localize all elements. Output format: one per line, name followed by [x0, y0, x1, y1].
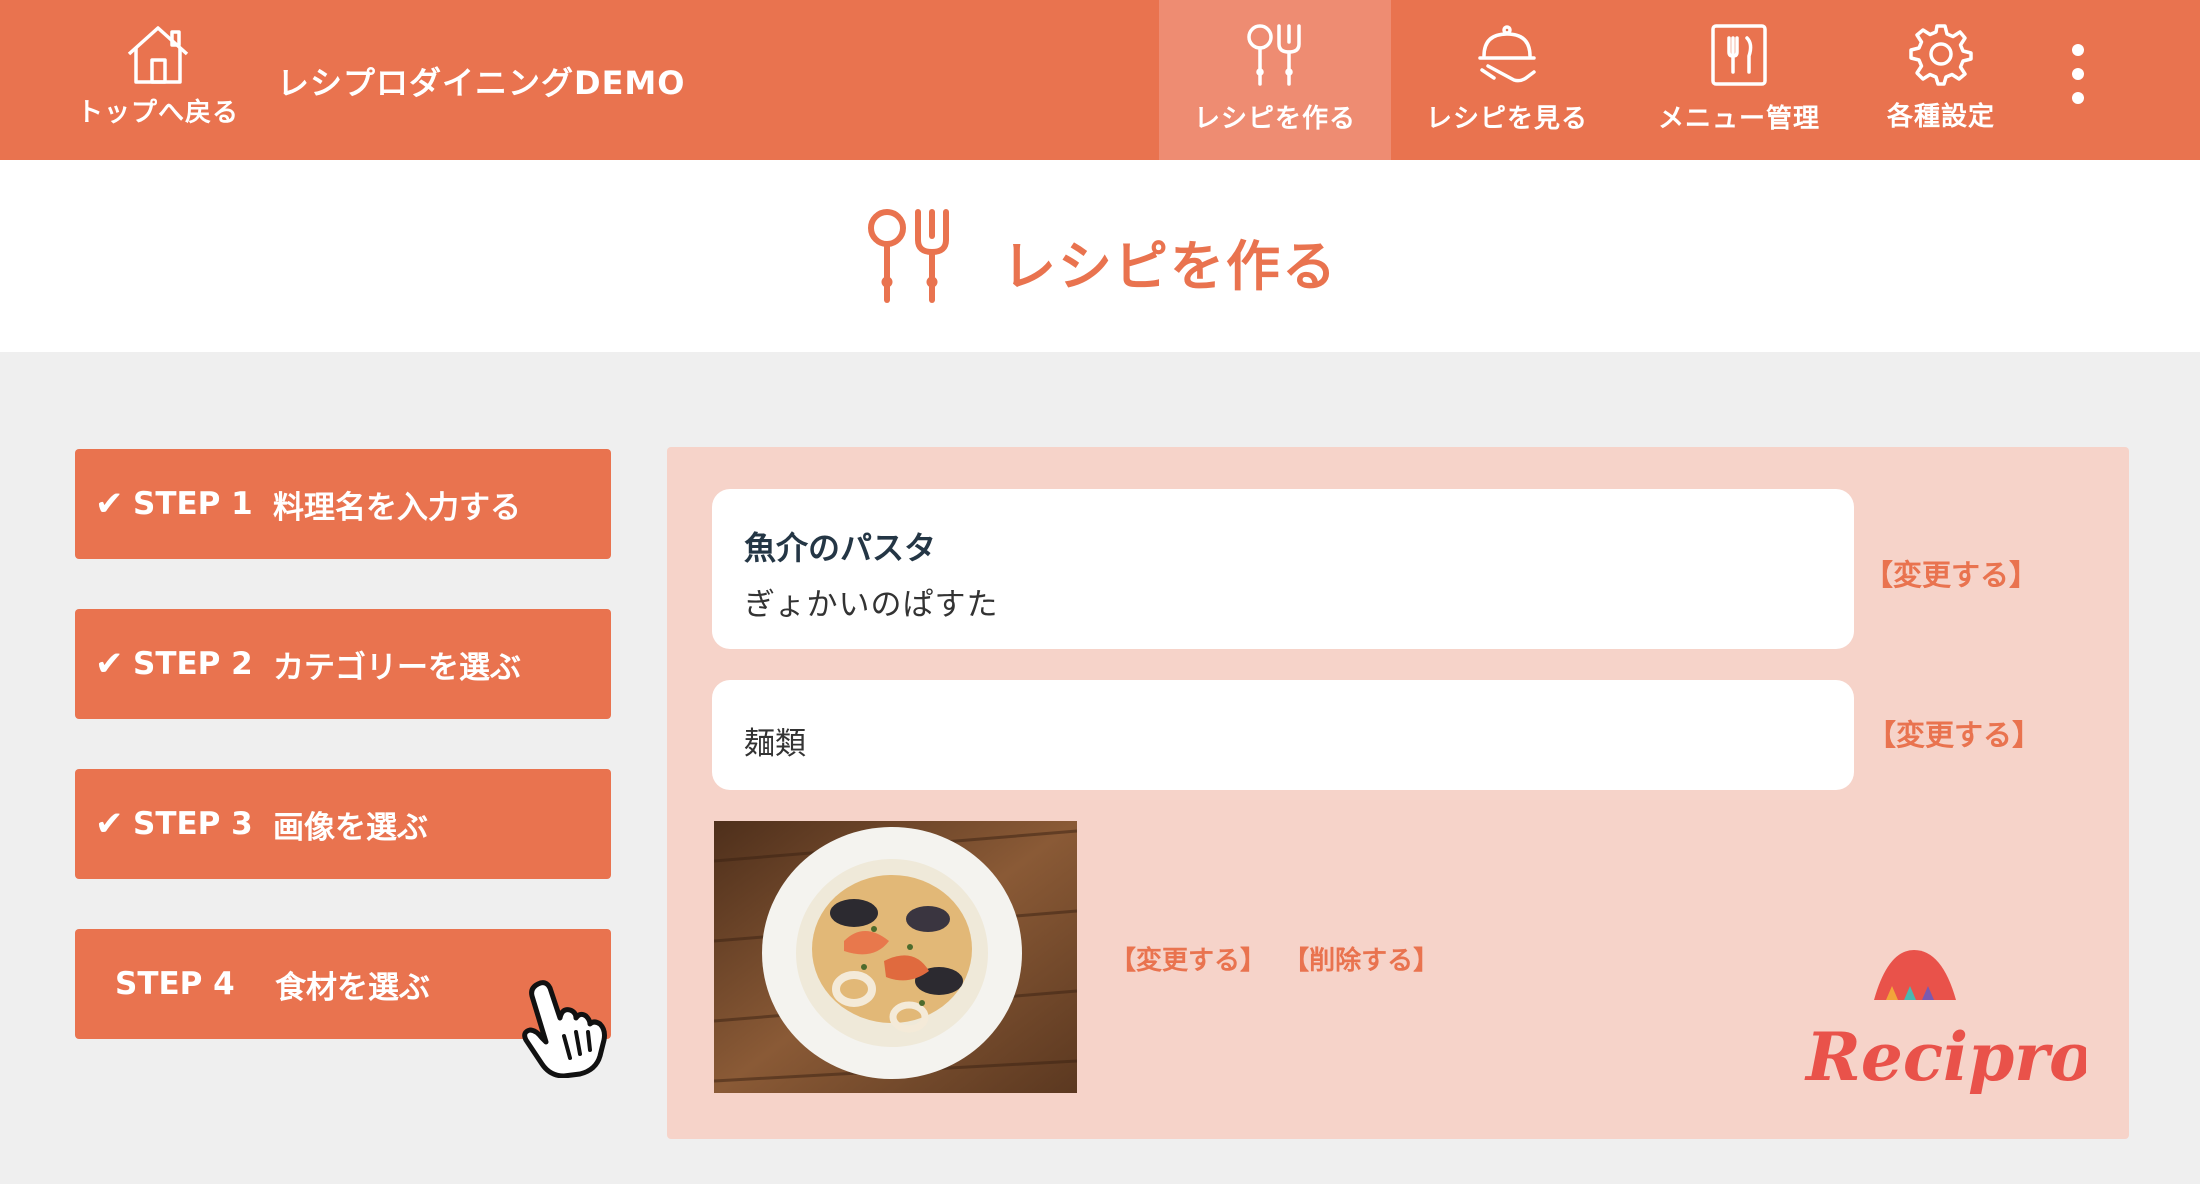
spoon-fork-icon — [1247, 24, 1301, 86]
kebab-dot — [2072, 44, 2084, 56]
dish-photo — [714, 821, 1077, 1093]
back-to-top-label: トップへ戻る — [76, 98, 239, 128]
spoon-fork-icon — [868, 209, 949, 303]
nav-view-recipe-label: レシピを見る — [1425, 104, 1588, 134]
step-2-button[interactable]: ✔ STEP 2 カテゴリーを選ぶ — [75, 609, 611, 719]
menu-card-icon — [1711, 24, 1767, 86]
nav-menu-management-label: メニュー管理 — [1657, 104, 1820, 134]
step-label: 画像を選ぶ — [273, 809, 428, 846]
back-to-top-button[interactable]: トップへ戻る — [68, 18, 248, 146]
nav-create-recipe-label: レシピを作る — [1193, 104, 1356, 134]
step-number: STEP 3 — [133, 806, 253, 842]
step-number: STEP 1 — [133, 486, 253, 522]
check-icon: ✔ — [95, 644, 124, 684]
category-card: 麺類 — [712, 680, 1854, 790]
gear-icon — [1909, 24, 1973, 86]
nav-settings[interactable]: 各種設定 — [1855, 0, 2027, 160]
dish-name-kana: ぎょかいのぱすた — [744, 587, 999, 623]
step-label: カテゴリーを選ぶ — [273, 649, 521, 686]
nav-menu-management[interactable]: メニュー管理 — [1623, 0, 1855, 160]
step-label: 料理名を入力する — [273, 489, 521, 526]
step-label: 食材を選ぶ — [275, 969, 430, 1006]
app-title: レシプロダイニングDEMO — [277, 64, 686, 102]
more-options-button[interactable] — [2060, 44, 2096, 116]
check-icon: ✔ — [95, 484, 124, 524]
change-dish-name-link[interactable]: 【変更する】 — [1864, 552, 2038, 594]
delete-image-link[interactable]: 【削除する】 — [1283, 946, 1439, 976]
step-number: STEP 2 — [133, 646, 253, 682]
recipe-summary-panel: 魚介のパスタ ぎょかいのぱすた 【変更する】 麺類 【変更する】 【変更する】 … — [667, 447, 2129, 1139]
page-title: レシピを作る — [1002, 235, 1338, 298]
recipro-logo: Recipro — [1804, 950, 2086, 1096]
change-category-link[interactable]: 【変更する】 — [1867, 712, 2041, 754]
image-actions: 【変更する】 【削除する】 — [1110, 940, 1447, 977]
top-navigation-bar: トップへ戻る レシプロダイニングDEMO レシピを作る レシピを見る メニュー管… — [0, 0, 2200, 160]
nav-settings-label: 各種設定 — [1886, 102, 1995, 132]
change-image-link[interactable]: 【変更する】 — [1110, 946, 1266, 976]
check-icon: ✔ — [95, 804, 124, 844]
step-1-button[interactable]: ✔ STEP 1 料理名を入力する — [75, 449, 611, 559]
svg-text:Recipro: Recipro — [1804, 1018, 2086, 1096]
dish-name: 魚介のパスタ — [744, 529, 937, 567]
cloche-icon — [1478, 25, 1536, 83]
step-number: STEP 4 — [115, 966, 235, 1002]
kebab-dot — [2072, 68, 2084, 80]
home-icon — [127, 26, 189, 84]
nav-create-recipe[interactable]: レシピを作る — [1159, 0, 1391, 160]
nav-view-recipe[interactable]: レシピを見る — [1391, 0, 1623, 160]
step-3-button[interactable]: ✔ STEP 3 画像を選ぶ — [75, 769, 611, 879]
dish-name-card: 魚介のパスタ ぎょかいのぱすた — [712, 489, 1854, 649]
hand-pointer-cursor-icon — [522, 980, 607, 1078]
category-value: 麺類 — [744, 726, 806, 762]
kebab-dot — [2072, 92, 2084, 104]
